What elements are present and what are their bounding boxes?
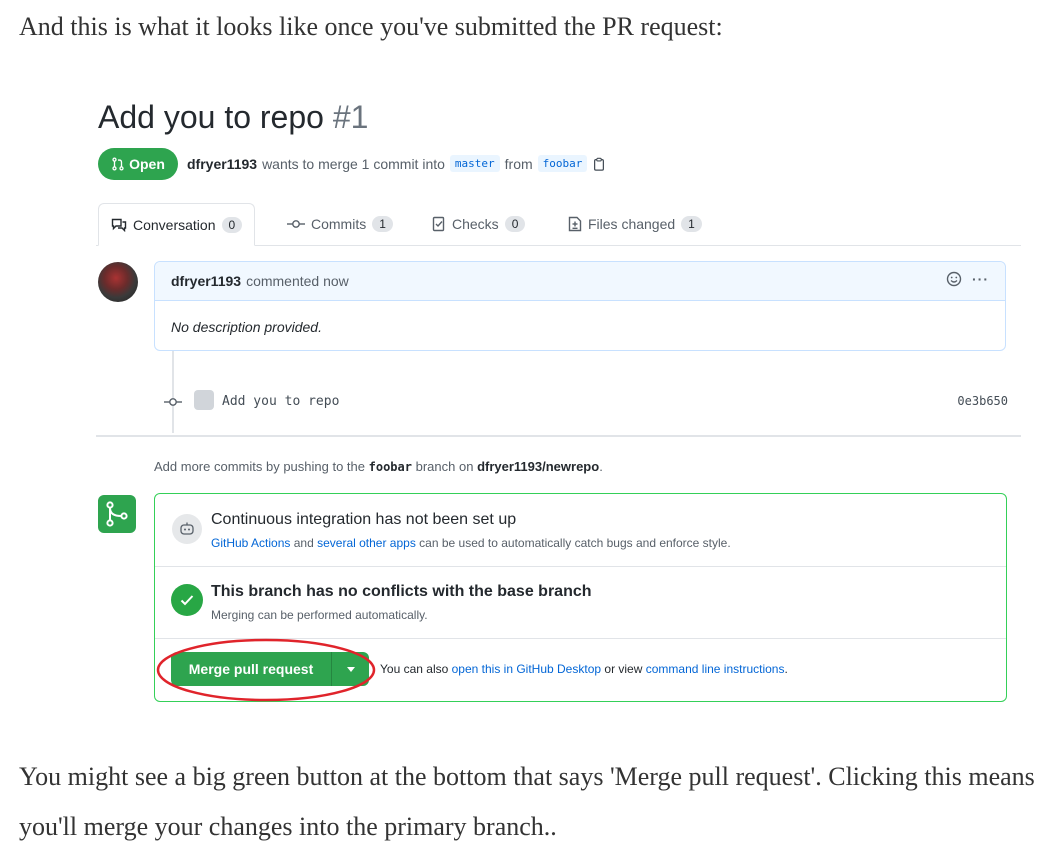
open-state-badge: Open: [98, 148, 178, 180]
comment-header: dfryer1193 commented now ···: [155, 262, 1005, 301]
pr-author-link[interactable]: dfryer1193: [187, 156, 257, 172]
tab-checks-label: Checks: [452, 216, 499, 232]
pr-title-text: Add you to repo: [98, 99, 324, 135]
from-text: from: [504, 155, 533, 172]
push-hint-prefix: Add more commits by pushing to the: [154, 459, 365, 474]
merge-alt-suffix: .: [784, 662, 788, 676]
intro-paragraph: And this is what it looks like once you'…: [19, 12, 723, 41]
pr-meta: dfryer1193 wants to merge 1 commit into …: [187, 155, 606, 172]
kebab-icon[interactable]: ···: [972, 271, 989, 287]
push-hint-repo: dfryer1193/newrepo: [477, 459, 600, 474]
smiley-icon[interactable]: [946, 271, 962, 287]
commit-icon: [164, 398, 182, 406]
tab-files-changed[interactable]: Files changed 1: [568, 203, 702, 245]
copy-icon[interactable]: [592, 157, 606, 171]
commit-row: Add you to repo 0e3b650: [160, 389, 1008, 415]
base-branch-label[interactable]: master: [449, 155, 500, 172]
tab-commits-count: 1: [372, 216, 393, 232]
check-icon: [171, 584, 203, 616]
ci-title: Continuous integration has not been set …: [211, 511, 517, 528]
commit-message[interactable]: Add you to repo: [222, 394, 339, 409]
checks-icon: [432, 216, 445, 232]
pull-request-icon: [112, 157, 124, 171]
files-icon: [568, 216, 582, 232]
tab-commits[interactable]: Commits 1: [287, 203, 393, 245]
head-branch-label[interactable]: foobar: [537, 155, 588, 172]
conflict-section: This branch has no conflicts with the ba…: [155, 566, 1006, 639]
merge-alt-prefix: You can also: [380, 662, 449, 676]
outro-paragraph: You might see a big green button at the …: [19, 762, 1035, 841]
pr-number: #1: [332, 99, 369, 135]
commit-sha[interactable]: 0e3b650: [957, 394, 1008, 408]
ci-icon: [172, 514, 202, 544]
comment-box: dfryer1193 commented now ··· No descript…: [154, 261, 1006, 351]
tab-checks-count: 0: [504, 216, 526, 232]
push-hint-branch: foobar: [368, 460, 412, 474]
git-merge-icon: [98, 495, 136, 533]
timeline-divider: [96, 435, 1021, 437]
merge-alt-middle: or view: [604, 662, 643, 676]
tab-files-changed-count: 1: [681, 216, 702, 232]
push-hint: Add more commits by pushing to the fooba…: [154, 459, 603, 474]
tab-files-changed-label: Files changed: [588, 216, 676, 232]
merge-alternatives: You can also open this in GitHub Desktop…: [380, 662, 788, 676]
commit-icon: [287, 220, 305, 228]
tab-conversation-count: 0: [221, 216, 243, 233]
ci-rest-text: can be used to automatically catch bugs …: [419, 536, 731, 550]
comment-body: No description provided.: [171, 319, 322, 335]
avatar[interactable]: [98, 262, 138, 302]
comment-action: commented now: [246, 273, 349, 289]
tab-checks[interactable]: Checks 0: [432, 203, 526, 245]
pr-tabs: Conversation 0 Commits 1 Checks 0 Files …: [96, 203, 1021, 246]
comment-author[interactable]: dfryer1193: [171, 273, 241, 289]
github-desktop-link[interactable]: open this in GitHub Desktop: [452, 662, 601, 676]
pr-meta-text: wants to merge 1 commit into: [262, 155, 445, 172]
ci-subtitle: GitHub Actions and several other apps ca…: [211, 536, 731, 550]
pr-title: Add you to repo #1: [98, 99, 368, 136]
conflict-subtitle: Merging can be performed automatically.: [211, 608, 428, 622]
github-actions-link[interactable]: GitHub Actions: [211, 536, 290, 550]
tab-conversation[interactable]: Conversation 0: [98, 203, 256, 246]
highlight-ellipse: [156, 638, 376, 702]
conversation-icon: [111, 218, 127, 232]
tab-conversation-label: Conversation: [133, 216, 216, 233]
commit-author-avatar[interactable]: [194, 390, 214, 410]
other-apps-link[interactable]: several other apps: [317, 536, 416, 550]
command-line-link[interactable]: command line instructions: [646, 662, 785, 676]
push-hint-middle: branch on: [415, 459, 474, 474]
push-hint-suffix: .: [599, 459, 603, 474]
open-state-label: Open: [129, 156, 165, 172]
conflict-title: This branch has no conflicts with the ba…: [211, 583, 592, 600]
ci-section: Continuous integration has not been set …: [155, 494, 1006, 567]
pr-screenshot: Add you to repo #1 Open dfryer1193 wants…: [96, 95, 1021, 707]
comment-tools: ···: [946, 271, 989, 287]
tab-commits-label: Commits: [311, 216, 367, 232]
ci-and-text: and: [293, 536, 314, 550]
